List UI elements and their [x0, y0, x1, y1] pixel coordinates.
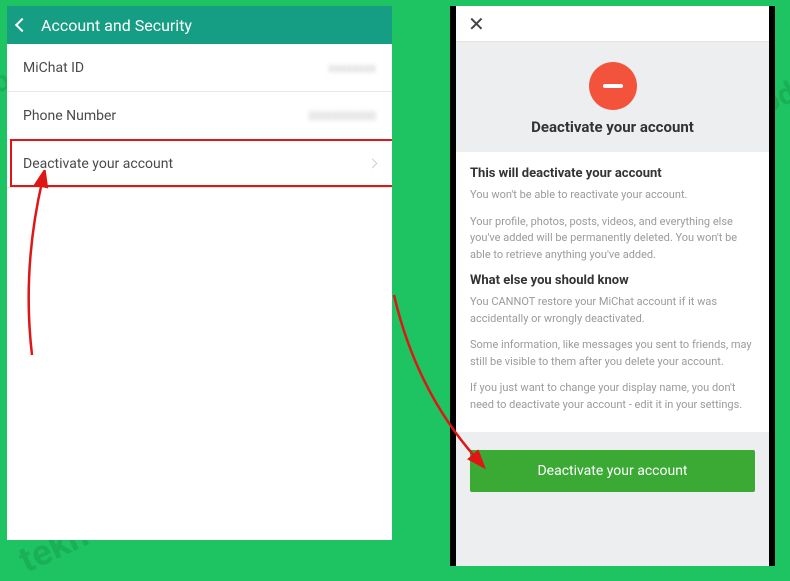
back-icon[interactable]: [15, 18, 29, 32]
phone-screen-deactivate: ✕ Deactivate your account This will deac…: [450, 6, 775, 566]
header-bar: Account and Security: [7, 6, 392, 44]
row-label: Phone Number: [23, 108, 116, 124]
row-label: Deactivate your account: [23, 156, 173, 172]
deactivate-header-panel: Deactivate your account: [456, 42, 769, 152]
row-phone-number[interactable]: Phone Number 0000000000: [7, 92, 392, 140]
header-bar: ✕: [456, 6, 769, 42]
section-heading: This will deactivate your account: [470, 166, 755, 181]
button-area: Deactivate your account: [456, 432, 769, 516]
deactivate-title: Deactivate your account: [470, 118, 755, 136]
section-heading: What else you should know: [470, 273, 755, 288]
info-text: Your profile, photos, posts, videos, and…: [470, 214, 755, 264]
chevron-right-icon: [368, 159, 378, 169]
row-deactivate-account[interactable]: Deactivate your account: [7, 140, 392, 188]
row-label: MiChat ID: [23, 60, 84, 76]
deactivate-info-panel: This will deactivate your account You wo…: [456, 152, 769, 432]
phone-screen-settings: Account and Security MiChat ID xxxxxxxx …: [7, 6, 392, 540]
deactivate-button[interactable]: Deactivate your account: [470, 450, 755, 492]
info-text: Some information, like messages you sent…: [470, 337, 755, 370]
page-title: Account and Security: [41, 16, 192, 35]
row-michat-id[interactable]: MiChat ID xxxxxxxx: [7, 44, 392, 92]
info-text: If you just want to change your display …: [470, 380, 755, 413]
row-value: 0000000000: [309, 109, 376, 123]
info-text: You won't be able to reactivate your acc…: [470, 187, 755, 204]
minus-circle-icon: [589, 62, 637, 110]
info-text: You CANNOT restore your MiChat account i…: [470, 294, 755, 327]
row-value: xxxxxxxx: [328, 61, 376, 75]
close-icon[interactable]: ✕: [468, 14, 485, 34]
